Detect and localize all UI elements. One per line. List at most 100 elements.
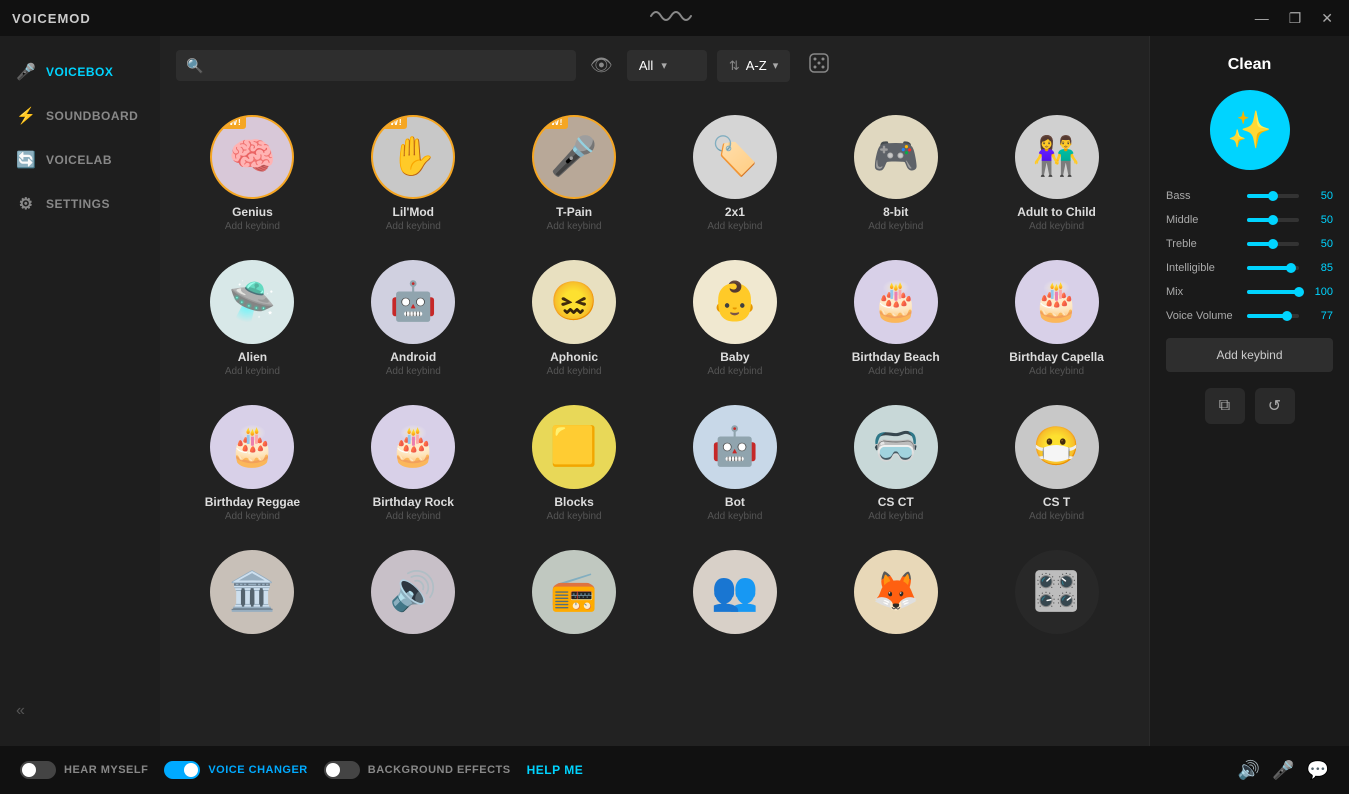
voice-emoji-birthday-beach: 🎂 [872, 280, 919, 324]
slider-track-3[interactable] [1247, 266, 1299, 270]
voice-card-extra5[interactable]: 🦊 [819, 538, 972, 660]
voice-card-birthday-beach[interactable]: 🎂 Birthday Beach Add keybind [819, 248, 972, 385]
maximize-btn[interactable]: ❐ [1285, 8, 1306, 29]
close-btn[interactable]: ✕ [1317, 8, 1337, 29]
slider-row-mix: Mix 100 [1166, 286, 1333, 298]
voice-card-extra6[interactable]: 🎛️ [980, 538, 1133, 660]
slider-track-4[interactable] [1247, 290, 1299, 294]
voice-changer-toggle[interactable] [164, 761, 200, 779]
voice-avatar-adult-to-child: 👫 [1015, 115, 1099, 199]
voice-keybind-birthday-capella[interactable]: Add keybind [1029, 366, 1084, 377]
voice-keybind-baby[interactable]: Add keybind [707, 366, 762, 377]
search-input[interactable] [176, 50, 576, 81]
voice-keybind-android[interactable]: Add keybind [386, 366, 441, 377]
voice-card-cs-ct[interactable]: 🥽 CS CT Add keybind [819, 393, 972, 530]
slider-track-2[interactable] [1247, 242, 1299, 246]
voice-keybind-aphonic[interactable]: Add keybind [547, 366, 602, 377]
microphone-icon: 🎤 [16, 62, 36, 82]
filter-dropdown[interactable]: All ▾ [627, 50, 707, 81]
chat-icon-btn[interactable]: 💬 [1307, 760, 1329, 781]
window-controls[interactable]: — ❐ ✕ [1251, 8, 1337, 29]
voice-emoji-birthday-reggae: 🎂 [229, 425, 276, 469]
voice-keybind-cs-t[interactable]: Add keybind [1029, 511, 1084, 522]
help-btn[interactable]: HELP ME [527, 763, 584, 777]
voice-card-blocks[interactable]: 🟨 Blocks Add keybind [498, 393, 651, 530]
hear-myself-label: HEAR MYSELF [64, 764, 148, 776]
voice-card-baby[interactable]: 👶 Baby Add keybind [658, 248, 811, 385]
mic-icon-btn[interactable]: 🎤 [1272, 760, 1294, 781]
sort-value: A-Z [746, 58, 767, 73]
voice-emoji-extra4: 👥 [711, 570, 758, 614]
volume-icon-btn[interactable]: 🔊 [1238, 760, 1260, 781]
sidebar-collapse-btn[interactable]: « [0, 692, 160, 730]
slider-fill-3 [1247, 266, 1291, 270]
voice-keybind-genius[interactable]: Add keybind [225, 221, 280, 232]
sidebar-label-voicebox: VOICEBOX [46, 65, 113, 79]
slider-track-0[interactable] [1247, 194, 1299, 198]
voice-card-birthday-reggae[interactable]: 🎂 Birthday Reggae Add keybind [176, 393, 329, 530]
random-btn[interactable] [800, 48, 838, 83]
voice-card-tpain[interactable]: NEW! 🎤 T-Pain Add keybind [498, 103, 651, 240]
voice-emoji-lilmod: ✋ [390, 135, 437, 179]
search-icon: 🔍 [186, 57, 203, 74]
voice-avatar-8bit: 🎮 [854, 115, 938, 199]
voice-card-aphonic[interactable]: 😖 Aphonic Add keybind [498, 248, 651, 385]
voice-card-birthday-rock[interactable]: 🎂 Birthday Rock Add keybind [337, 393, 490, 530]
voice-card-bot[interactable]: 🤖 Bot Add keybind [658, 393, 811, 530]
voice-keybind-blocks[interactable]: Add keybind [547, 511, 602, 522]
bg-effects-label: BACKGROUND EFFECTS [368, 764, 511, 776]
voice-keybind-8bit[interactable]: Add keybind [868, 221, 923, 232]
bottom-right: 🔊 🎤 💬 [1238, 760, 1329, 781]
voice-card-cs-t[interactable]: 😷 CS T Add keybind [980, 393, 1133, 530]
voice-keybind-lilmod[interactable]: Add keybind [386, 221, 441, 232]
voice-card-extra3[interactable]: 📻 [498, 538, 651, 660]
voice-card-extra2[interactable]: 🔊 [337, 538, 490, 660]
slider-value-0: 50 [1305, 190, 1333, 202]
add-keybind-button[interactable]: Add keybind [1166, 338, 1333, 372]
voice-keybind-2x1[interactable]: Add keybind [707, 221, 762, 232]
sort-dropdown[interactable]: ⇅ A-Z ▾ [717, 50, 790, 82]
voice-card-genius[interactable]: NEW! 🧠 Genius Add keybind [176, 103, 329, 240]
voice-card-8bit[interactable]: 🎮 8-bit Add keybind [819, 103, 972, 240]
voice-keybind-birthday-beach[interactable]: Add keybind [868, 366, 923, 377]
voice-card-birthday-capella[interactable]: 🎂 Birthday Capella Add keybind [980, 248, 1133, 385]
minimize-btn[interactable]: — [1251, 8, 1273, 29]
sidebar-item-soundboard[interactable]: ⚡ SOUNDBOARD [0, 96, 160, 136]
visibility-toggle-btn[interactable]: 👁 [586, 51, 617, 80]
voice-card-extra1[interactable]: 🏛️ [176, 538, 329, 660]
copy-settings-btn[interactable]: ⧉ [1205, 388, 1245, 424]
slider-row-voice-volume: Voice Volume 77 [1166, 310, 1333, 322]
sidebar-item-settings[interactable]: ⚙ SETTINGS [0, 184, 160, 224]
voice-name-cs-ct: CS CT [878, 495, 914, 509]
sidebar-item-voicelab[interactable]: 🔄 VOICELAB [0, 140, 160, 180]
bottom-left: HEAR MYSELF VOICE CHANGER BACKGROUND EFF… [20, 761, 583, 779]
slider-track-5[interactable] [1247, 314, 1299, 318]
voice-keybind-birthday-reggae[interactable]: Add keybind [225, 511, 280, 522]
voice-card-extra4[interactable]: 👥 [658, 538, 811, 660]
voice-card-2x1[interactable]: 🏷️ 2x1 Add keybind [658, 103, 811, 240]
bg-effects-toggle[interactable] [324, 761, 360, 779]
voice-emoji-bot: 🤖 [711, 425, 758, 469]
titlebar: VOICEMOD — ❐ ✕ [0, 0, 1349, 36]
voice-card-lilmod[interactable]: NEW! ✋ Lil'Mod Add keybind [337, 103, 490, 240]
voice-keybind-tpain[interactable]: Add keybind [547, 221, 602, 232]
sort-chevron-icon: ▾ [773, 59, 779, 72]
voice-keybind-birthday-rock[interactable]: Add keybind [386, 511, 441, 522]
reset-settings-btn[interactable]: ↺ [1255, 388, 1295, 424]
voice-card-adult-to-child[interactable]: 👫 Adult to Child Add keybind [980, 103, 1133, 240]
voice-emoji-tpain: 🎤 [550, 135, 597, 179]
voice-name-8bit: 8-bit [883, 205, 908, 219]
hear-myself-toggle[interactable] [20, 761, 56, 779]
sidebar-item-voicebox[interactable]: 🎤 VOICEBOX [0, 52, 160, 92]
voice-keybind-alien[interactable]: Add keybind [225, 366, 280, 377]
voice-keybind-bot[interactable]: Add keybind [707, 511, 762, 522]
filter-value: All [639, 58, 653, 73]
voice-changer-toggle-wrap: VOICE CHANGER [164, 761, 307, 779]
voice-card-android[interactable]: 🤖 Android Add keybind [337, 248, 490, 385]
voice-keybind-adult-to-child[interactable]: Add keybind [1029, 221, 1084, 232]
voice-keybind-cs-ct[interactable]: Add keybind [868, 511, 923, 522]
slider-track-1[interactable] [1247, 218, 1299, 222]
voice-name-cs-t: CS T [1043, 495, 1070, 509]
voice-card-alien[interactable]: 🛸 Alien Add keybind [176, 248, 329, 385]
panel-avatar: ✨ [1210, 90, 1290, 170]
